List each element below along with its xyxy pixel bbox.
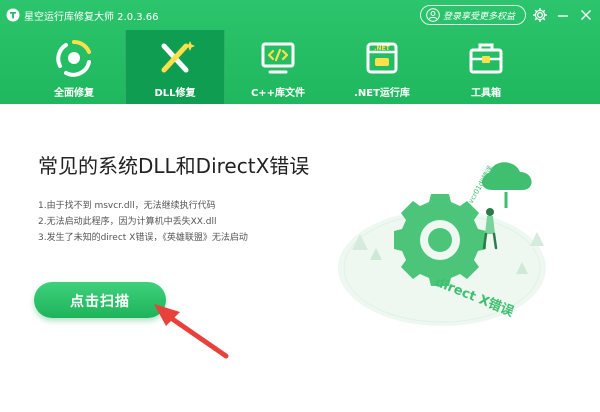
tab-toolbox[interactable]: 工具箱 — [436, 30, 536, 104]
minimize-icon[interactable] — [555, 7, 571, 23]
user-icon — [426, 8, 440, 22]
header-bar: 星空运行库修复大师 2.0.3.66 登录享受更多权益 全面修复 DLL修复 C… — [0, 0, 600, 104]
tab-dll-repair[interactable]: DLL修复 — [125, 30, 225, 104]
toolbox-icon — [469, 43, 503, 74]
dotnet-runtime-icon: .NET — [366, 42, 398, 74]
tab-label: 工具箱 — [471, 88, 501, 99]
tab-label: C++库文件 — [250, 88, 306, 99]
close-icon[interactable] — [578, 7, 594, 23]
tab-full-repair[interactable]: 全面修复 — [24, 30, 124, 104]
dll-repair-icon — [161, 41, 195, 73]
login-button[interactable]: 登录享受更多权益 — [420, 5, 526, 25]
error-item: 3.发生了未知的direct X错误，《英雄联盟》无法启动 — [38, 233, 248, 243]
tab-label: .NET运行库 — [354, 88, 410, 99]
tab-cpp-library[interactable]: C++库文件 — [228, 30, 328, 104]
tab-dotnet-runtime[interactable]: .NET .NET运行库 — [332, 30, 432, 104]
svg-text:.NET: .NET — [374, 45, 390, 52]
cpp-library-icon — [261, 42, 295, 74]
full-repair-icon — [56, 39, 91, 77]
tab-label: 全面修复 — [54, 88, 94, 99]
page-title: 常见的系统DLL和DirectX错误 — [38, 154, 310, 178]
app-window: 星空运行库修复大师 2.0.3.66 登录享受更多权益 全面修复 DLL修复 C… — [0, 0, 600, 412]
app-logo-icon — [6, 8, 20, 22]
pointer-arrow-icon — [154, 304, 229, 359]
tab-label: DLL修复 — [154, 88, 196, 99]
error-item: 2.无法启动此程序，因为计算机中丢失XX.dll — [38, 217, 217, 227]
title-bar: 星空运行库修复大师 2.0.3.66 登录享受更多权益 — [0, 0, 600, 30]
error-list: 1.由于找不到 msvcr.dll，无法继续执行代码 2.无法启动此程序，因为计… — [38, 198, 248, 246]
settings-gear-icon[interactable] — [532, 7, 548, 23]
directx-error-illustration: vcr01dll错误 direct X错误 — [338, 162, 546, 326]
app-title: 星空运行库修复大师 2.0.3.66 — [24, 12, 159, 23]
login-label: 登录享受更多权益 — [443, 12, 516, 22]
error-item: 1.由于找不到 msvcr.dll，无法继续执行代码 — [38, 201, 216, 211]
